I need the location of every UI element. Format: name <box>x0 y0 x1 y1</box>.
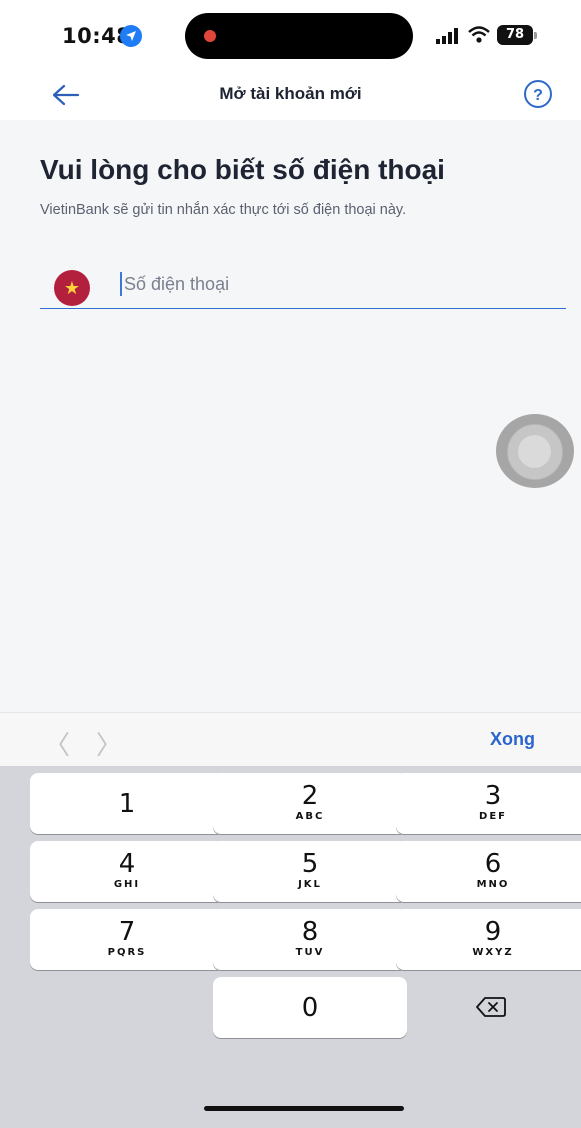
main-content: Vui lòng cho biết số điện thoại VietinBa… <box>0 120 581 712</box>
numeric-keypad: 1 2 ABC 3 DEF 4 GHI 5 JKL 6 MNO 7 PQRS 8 TUV 9W… <box>0 766 581 1128</box>
signal-icon <box>436 28 458 44</box>
key-2[interactable]: 2 ABC <box>213 773 407 834</box>
subtitle: VietinBank sẽ gửi tin nhắn xác thực tới … <box>40 202 407 218</box>
help-icon[interactable]: ? <box>524 80 552 108</box>
key-0[interactable]: 0 <box>213 977 407 1038</box>
home-indicator[interactable] <box>204 1106 404 1111</box>
keyboard-accessory-bar: 〈 〉 Xong <box>0 712 581 767</box>
assistive-touch-button[interactable] <box>496 414 574 488</box>
status-bar: 10:48 78 <box>0 0 581 76</box>
recording-indicator <box>204 30 216 42</box>
battery-icon: 78 <box>497 25 537 45</box>
key-7[interactable]: 7 PQRS <box>30 909 224 970</box>
heading: Vui lòng cho biết số điện thoại <box>40 154 445 185</box>
key-6[interactable]: 6 MNO <box>396 841 581 902</box>
key-3[interactable]: 3 DEF <box>396 773 581 834</box>
wifi-icon <box>468 26 490 43</box>
done-button[interactable]: Xong <box>490 729 535 750</box>
key-8[interactable]: 8 TUV <box>213 909 407 970</box>
key-5[interactable]: 5 JKL <box>213 841 407 902</box>
phone-field[interactable]: ★ <box>40 262 566 309</box>
phone-input[interactable] <box>120 270 524 298</box>
dynamic-island <box>185 13 413 59</box>
backspace-icon <box>476 997 506 1017</box>
previous-field-icon[interactable]: 〈 <box>44 725 70 762</box>
key-1[interactable]: 1 <box>30 773 224 834</box>
key-4[interactable]: 4 GHI <box>30 841 224 902</box>
vietnam-flag-icon[interactable]: ★ <box>54 270 90 306</box>
location-icon <box>120 25 142 47</box>
key-9[interactable]: 9 WXYZ <box>396 909 581 970</box>
backspace-key[interactable] <box>396 977 581 1038</box>
nav-bar: Mở tài khoản mới ? <box>0 76 581 120</box>
next-field-icon[interactable]: 〉 <box>96 725 122 762</box>
page-title: Mở tài khoản mới <box>219 84 362 103</box>
text-caret <box>120 272 122 296</box>
